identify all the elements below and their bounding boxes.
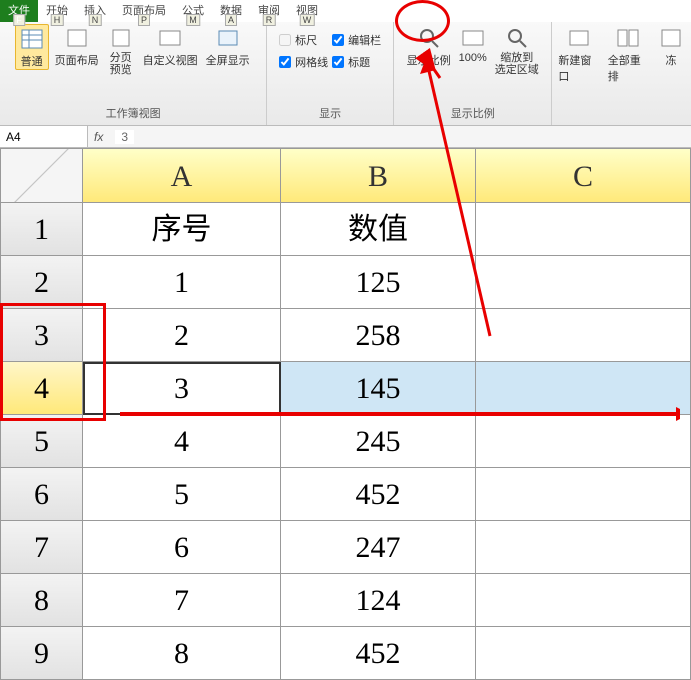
col-header-B[interactable]: B	[281, 148, 476, 203]
btn-normal-view[interactable]: 普通	[15, 24, 49, 70]
cell[interactable]: 1	[83, 256, 281, 309]
table-row: 21125	[0, 256, 691, 309]
table-row: 54245	[0, 415, 691, 468]
row-header[interactable]: 2	[0, 256, 83, 309]
cell[interactable]: 452	[281, 468, 476, 521]
cell[interactable]: 145	[281, 362, 476, 415]
cell[interactable]: 3	[83, 362, 281, 415]
pagelayout-icon	[63, 26, 91, 50]
tab-formulas[interactable]: 公式M	[174, 0, 212, 22]
btn-zoom-100[interactable]: 100%	[457, 24, 489, 64]
cell[interactable]: 数值	[281, 203, 476, 256]
btn-pagebreak-view[interactable]: 分页 预览	[105, 24, 137, 76]
cell[interactable]: 125	[281, 256, 476, 309]
col-header-A[interactable]: A	[83, 148, 281, 203]
cell[interactable]: 5	[83, 468, 281, 521]
table-row: 76247	[0, 521, 691, 574]
btn-new-window[interactable]: 新建窗口	[556, 24, 601, 84]
cell[interactable]: 6	[83, 521, 281, 574]
cell[interactable]: 124	[281, 574, 476, 627]
menu-bar: 文件F 开始H 插入N 页面布局P 公式M 数据A 审阅R 视图W	[0, 0, 691, 22]
tab-view[interactable]: 视图W	[288, 0, 326, 22]
tab-data[interactable]: 数据A	[212, 0, 250, 22]
cell[interactable]	[476, 415, 691, 468]
cell[interactable]	[476, 574, 691, 627]
cell[interactable]	[476, 521, 691, 574]
table-row: 43145	[0, 362, 691, 415]
row-header[interactable]: 9	[0, 627, 83, 680]
table-row: 98452	[0, 627, 691, 680]
chk-ruler[interactable]: 标尺	[279, 32, 328, 48]
cell[interactable]: 452	[281, 627, 476, 680]
table-row: 65452	[0, 468, 691, 521]
tab-pagelayout[interactable]: 页面布局P	[114, 0, 174, 22]
row-header[interactable]: 7	[0, 521, 83, 574]
name-box[interactable]: A4	[0, 126, 88, 147]
btn-pagelayout-view[interactable]: 页面布局	[53, 24, 101, 68]
new-window-icon	[565, 26, 593, 50]
fx-icon[interactable]: fx	[94, 130, 103, 144]
cell[interactable]: 序号	[83, 203, 281, 256]
cell[interactable]	[476, 203, 691, 256]
btn-zoom[interactable]: 显示比例	[405, 24, 453, 68]
ribbon: 普通 页面布局 分页 预览 自定义视图 全屏显示 工作簿视图 标尺	[0, 22, 691, 126]
table-row: 1序号数值	[0, 203, 691, 256]
tab-home[interactable]: 开始H	[38, 0, 76, 22]
cell[interactable]: 7	[83, 574, 281, 627]
btn-custom-view[interactable]: 自定义视图	[141, 24, 200, 68]
cell[interactable]: 4	[83, 415, 281, 468]
tab-file[interactable]: 文件F	[0, 0, 38, 22]
cell[interactable]: 258	[281, 309, 476, 362]
custom-view-icon	[156, 26, 184, 50]
row-header[interactable]: 8	[0, 574, 83, 627]
cell[interactable]: 247	[281, 521, 476, 574]
group-show: 显示	[319, 103, 341, 125]
cell[interactable]	[476, 627, 691, 680]
cell[interactable]	[476, 309, 691, 362]
chk-gridlines[interactable]: 网格线	[279, 54, 328, 70]
freeze-icon	[657, 26, 685, 50]
row-header[interactable]: 3	[0, 309, 83, 362]
group-zoom: 显示比例	[451, 103, 495, 125]
row-header[interactable]: 1	[0, 203, 83, 256]
zoom-icon	[415, 26, 443, 50]
zoom-100-icon	[459, 26, 487, 50]
row-header[interactable]: 6	[0, 468, 83, 521]
chk-formulabar[interactable]: 编辑栏	[332, 32, 381, 48]
table-row: 32258	[0, 309, 691, 362]
tab-review[interactable]: 审阅R	[250, 0, 288, 22]
formula-bar: A4 fx 3	[0, 126, 691, 148]
select-all-corner[interactable]	[0, 148, 83, 203]
row-header[interactable]: 4	[0, 362, 83, 415]
btn-arrange-all[interactable]: 全部重排	[606, 24, 651, 84]
btn-freeze[interactable]: 冻	[655, 24, 687, 68]
zoom-selection-icon	[503, 26, 531, 50]
group-workbook-views: 工作簿视图	[106, 103, 161, 125]
arrange-all-icon	[614, 26, 642, 50]
normal-view-icon	[18, 27, 46, 51]
col-header-C[interactable]: C	[476, 148, 691, 203]
fullscreen-icon	[214, 26, 242, 50]
tab-insert[interactable]: 插入N	[76, 0, 114, 22]
cell[interactable]: 8	[83, 627, 281, 680]
spreadsheet-grid: A B C 1序号数值21125322584314554245654527624…	[0, 148, 691, 680]
chk-headings[interactable]: 标题	[332, 54, 381, 70]
pagebreak-icon	[107, 26, 135, 50]
cell[interactable]	[476, 256, 691, 309]
row-header[interactable]: 5	[0, 415, 83, 468]
cell[interactable]	[476, 362, 691, 415]
formula-value[interactable]: 3	[115, 130, 134, 144]
cell[interactable]	[476, 468, 691, 521]
table-row: 87124	[0, 574, 691, 627]
cell[interactable]: 245	[281, 415, 476, 468]
btn-fullscreen[interactable]: 全屏显示	[204, 24, 252, 68]
btn-zoom-selection[interactable]: 缩放到 选定区域	[493, 24, 541, 76]
cell[interactable]: 2	[83, 309, 281, 362]
